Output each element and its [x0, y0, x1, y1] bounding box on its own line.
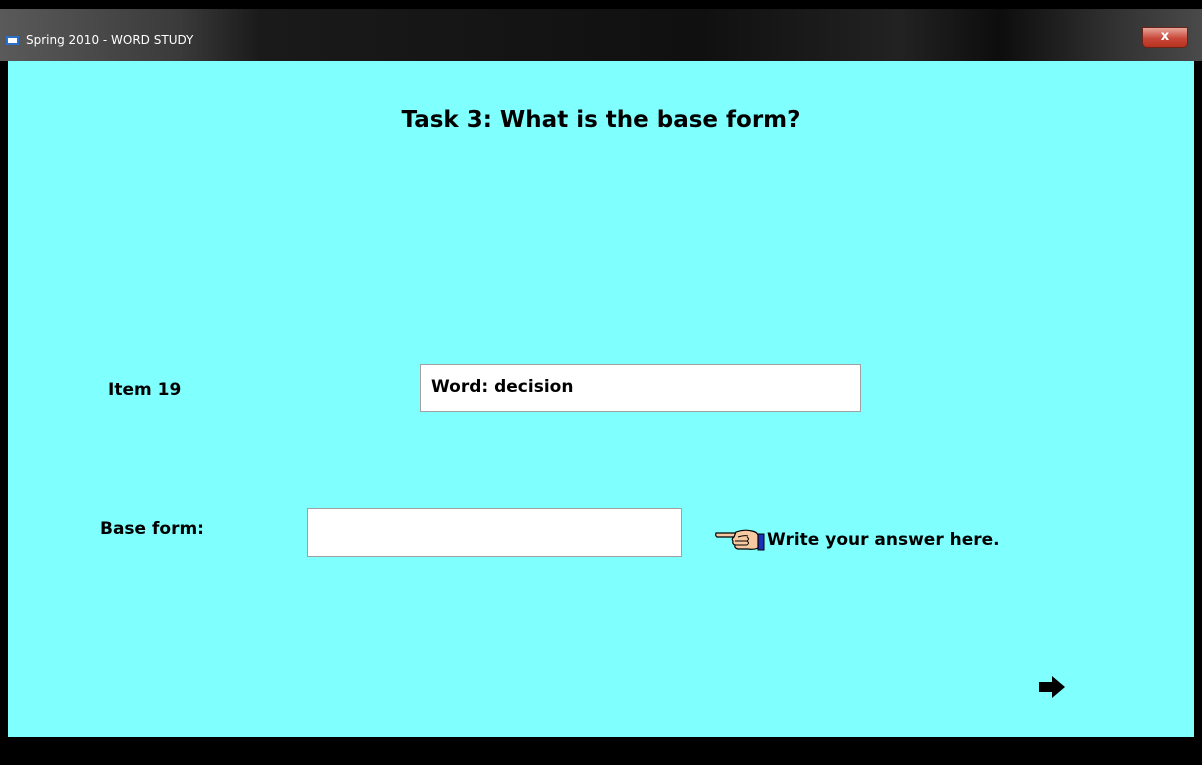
screen-bottom-edge	[0, 737, 1202, 765]
close-button[interactable]: x	[1142, 27, 1188, 48]
close-icon: x	[1160, 29, 1170, 44]
item-number-label: Item 19	[108, 380, 182, 400]
app-window-icon	[6, 36, 19, 45]
answer-hint-text: Write your answer here.	[767, 530, 1000, 550]
screen-top-edge	[0, 0, 1202, 9]
task-title: Task 3: What is the base form?	[401, 107, 801, 133]
window-right-border	[1194, 61, 1202, 737]
window-title: Spring 2010 - WORD STUDY	[26, 33, 194, 47]
right-arrow-icon[interactable]	[1037, 674, 1067, 700]
task-panel: Task 3: What is the base form? Item 19 W…	[8, 61, 1194, 737]
window-left-border	[0, 61, 8, 737]
word-display-box: Word: decision	[420, 364, 861, 412]
window-titlebar[interactable]: Spring 2010 - WORD STUDY x	[0, 9, 1202, 61]
base-form-input[interactable]	[307, 508, 682, 557]
pointing-hand-icon	[715, 529, 765, 551]
base-form-label: Base form:	[100, 519, 204, 539]
word-text: Word: decision	[431, 377, 574, 397]
